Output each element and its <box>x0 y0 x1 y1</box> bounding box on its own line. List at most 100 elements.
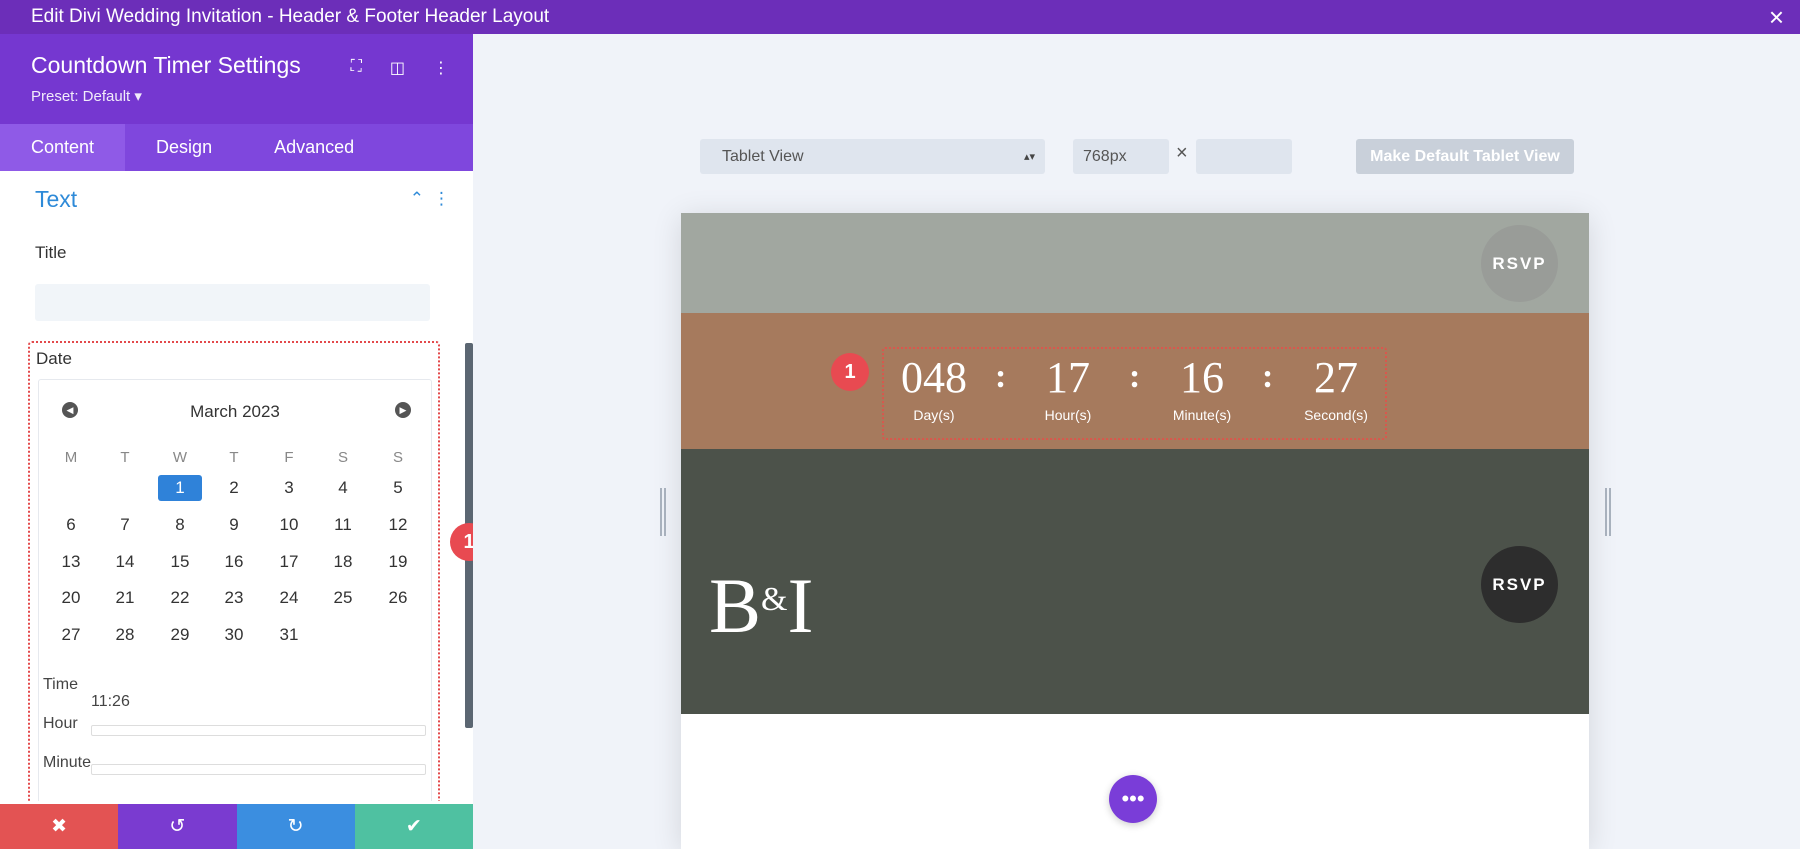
split-view-icon[interactable]: ◫ <box>390 58 405 78</box>
next-month-icon[interactable]: ▶ <box>395 402 411 418</box>
weekday-label: S <box>392 449 403 466</box>
calendar-day[interactable]: 20 <box>49 585 93 611</box>
weekday-label: S <box>337 449 348 466</box>
right-resize-handle[interactable] <box>1605 488 1611 536</box>
redo-button[interactable]: ↻ <box>236 804 355 849</box>
calendar-day[interactable]: 7 <box>103 512 147 538</box>
header-main-row <box>681 449 1589 714</box>
calendar-day[interactable]: 17 <box>267 549 311 575</box>
calendar-day[interactable]: 21 <box>103 585 147 611</box>
step-badge-preview: 1 <box>831 353 869 391</box>
logo-right: I <box>787 562 814 649</box>
calendar-day[interactable]: 8 <box>158 512 202 538</box>
days-label: Day(s) <box>913 407 955 423</box>
builder-canvas: Tablet View ▴▾ 768px × Make Default Tabl… <box>473 34 1800 849</box>
height-input[interactable] <box>1196 139 1292 174</box>
select-arrows-icon: ▴▾ <box>1023 151 1035 163</box>
calendar-day[interactable]: 25 <box>321 585 365 611</box>
logo[interactable]: B&I <box>709 561 813 645</box>
calendar-day[interactable]: 26 <box>376 585 420 611</box>
more-options-icon[interactable]: ⋮ <box>433 58 449 78</box>
action-bar: ✖ ↺ ↻ ✔ <box>0 804 473 849</box>
logo-left: B <box>709 562 762 649</box>
calendar-day[interactable]: 13 <box>49 549 93 575</box>
minute-slider[interactable] <box>91 764 426 775</box>
rsvp-button-bottom[interactable]: RSVP <box>1481 546 1558 623</box>
window-title: Edit Divi Wedding Invitation - Header & … <box>31 6 550 27</box>
chevron-up-icon[interactable]: ⌃ <box>410 189 424 209</box>
undo-button[interactable]: ↺ <box>118 804 237 849</box>
calendar-day[interactable]: 9 <box>212 512 256 538</box>
countdown-days: 048 Day(s) <box>874 353 994 423</box>
text-section-header[interactable]: Text ⌃ ⋮ <box>35 181 450 217</box>
tab-content[interactable]: Content <box>0 124 126 171</box>
fullscreen-icon[interactable]: ⛶ <box>351 58 362 78</box>
minutes-label: Minute(s) <box>1172 407 1232 423</box>
save-button[interactable]: ✔ <box>354 804 473 849</box>
calendar-day[interactable]: 4 <box>321 475 365 501</box>
calendar-day[interactable]: 15 <box>158 549 202 575</box>
calendar-day[interactable]: 30 <box>212 622 256 648</box>
weekday-label: T <box>229 449 239 466</box>
minute-label: Minute <box>43 754 92 771</box>
calendar-day[interactable]: 10 <box>267 512 311 538</box>
hour-label: Hour <box>43 715 78 732</box>
calendar-month: March 2023 <box>190 402 280 421</box>
settings-panel: Countdown Timer Settings Preset: Default… <box>0 34 473 849</box>
make-default-tablet-view-button[interactable]: Make Default Tablet View <box>1356 139 1574 174</box>
panel-body: Text ⌃ ⋮ Title Date ◀ March 2023 ▶ MTWTF… <box>0 171 473 801</box>
calendar-day[interactable]: 19 <box>376 549 420 575</box>
calendar-day[interactable]: 27 <box>49 622 93 648</box>
minutes-value: 16 <box>1180 353 1224 402</box>
separator: : <box>1262 358 1274 395</box>
header-top-row <box>681 213 1589 313</box>
countdown-seconds: 27 Second(s) <box>1276 353 1396 423</box>
calendar-day[interactable]: 5 <box>376 475 420 501</box>
seconds-label: Second(s) <box>1304 407 1368 423</box>
calendar-day[interactable]: 28 <box>103 622 147 648</box>
more-options-fab[interactable]: ••• <box>1109 775 1157 823</box>
date-field-highlight: Date ◀ March 2023 ▶ MTWTFSS 1 2 3 4 5 6 7 8 9 10 1… <box>28 341 440 801</box>
title-label: Title <box>35 243 67 262</box>
countdown-hours: 17 Hour(s) <box>1008 353 1128 423</box>
preset-dropdown[interactable]: Preset: Default ▾ <box>31 87 442 105</box>
hours-value: 17 <box>1046 353 1090 402</box>
time-value: 11:26 <box>91 693 130 710</box>
calendar-day[interactable]: 11 <box>321 512 365 538</box>
rsvp-button-top[interactable]: RSVP <box>1481 225 1558 302</box>
calendar-day[interactable]: 23 <box>212 585 256 611</box>
separator: : <box>995 358 1007 395</box>
calendar-day[interactable]: 3 <box>267 475 311 501</box>
close-icon[interactable]: × <box>1769 3 1784 31</box>
days-value: 048 <box>901 353 967 402</box>
calendar-day[interactable]: 16 <box>212 549 256 575</box>
calendar-day[interactable]: 6 <box>49 512 93 538</box>
cancel-button[interactable]: ✖ <box>0 804 119 849</box>
weekday-label: M <box>64 449 78 466</box>
calendar-day[interactable]: 1 <box>158 475 202 501</box>
calendar-day[interactable]: 22 <box>158 585 202 611</box>
view-mode-select[interactable]: Tablet View ▴▾ <box>700 139 1045 174</box>
left-resize-handle[interactable] <box>660 488 666 536</box>
calendar-day[interactable]: 2 <box>212 475 256 501</box>
date-label: Date <box>36 349 72 368</box>
calendar-day[interactable]: 31 <box>267 622 311 648</box>
tab-design[interactable]: Design <box>125 124 243 171</box>
step-badge: 1 <box>450 523 473 561</box>
weekday-label: W <box>172 449 188 466</box>
panel-header: Countdown Timer Settings Preset: Default… <box>0 34 473 124</box>
calendar-day[interactable]: 14 <box>103 549 147 575</box>
section-menu-icon[interactable]: ⋮ <box>433 189 450 209</box>
countdown-minutes: 16 Minute(s) <box>1142 353 1262 423</box>
calendar-day[interactable]: 24 <box>267 585 311 611</box>
width-input[interactable]: 768px <box>1073 139 1169 174</box>
calendar-day[interactable]: 18 <box>321 549 365 575</box>
title-input[interactable] <box>35 284 430 321</box>
panel-tabs: Content Design Advanced <box>0 124 473 171</box>
calendar-day[interactable]: 29 <box>158 622 202 648</box>
tablet-preview: RSVP 1 048 Day(s) : 17 Hour(s) : 16 Minu… <box>681 213 1589 849</box>
hour-slider[interactable] <box>91 725 426 736</box>
tab-advanced[interactable]: Advanced <box>243 124 385 171</box>
calendar-day[interactable]: 12 <box>376 512 420 538</box>
logo-amp: & <box>761 581 788 618</box>
